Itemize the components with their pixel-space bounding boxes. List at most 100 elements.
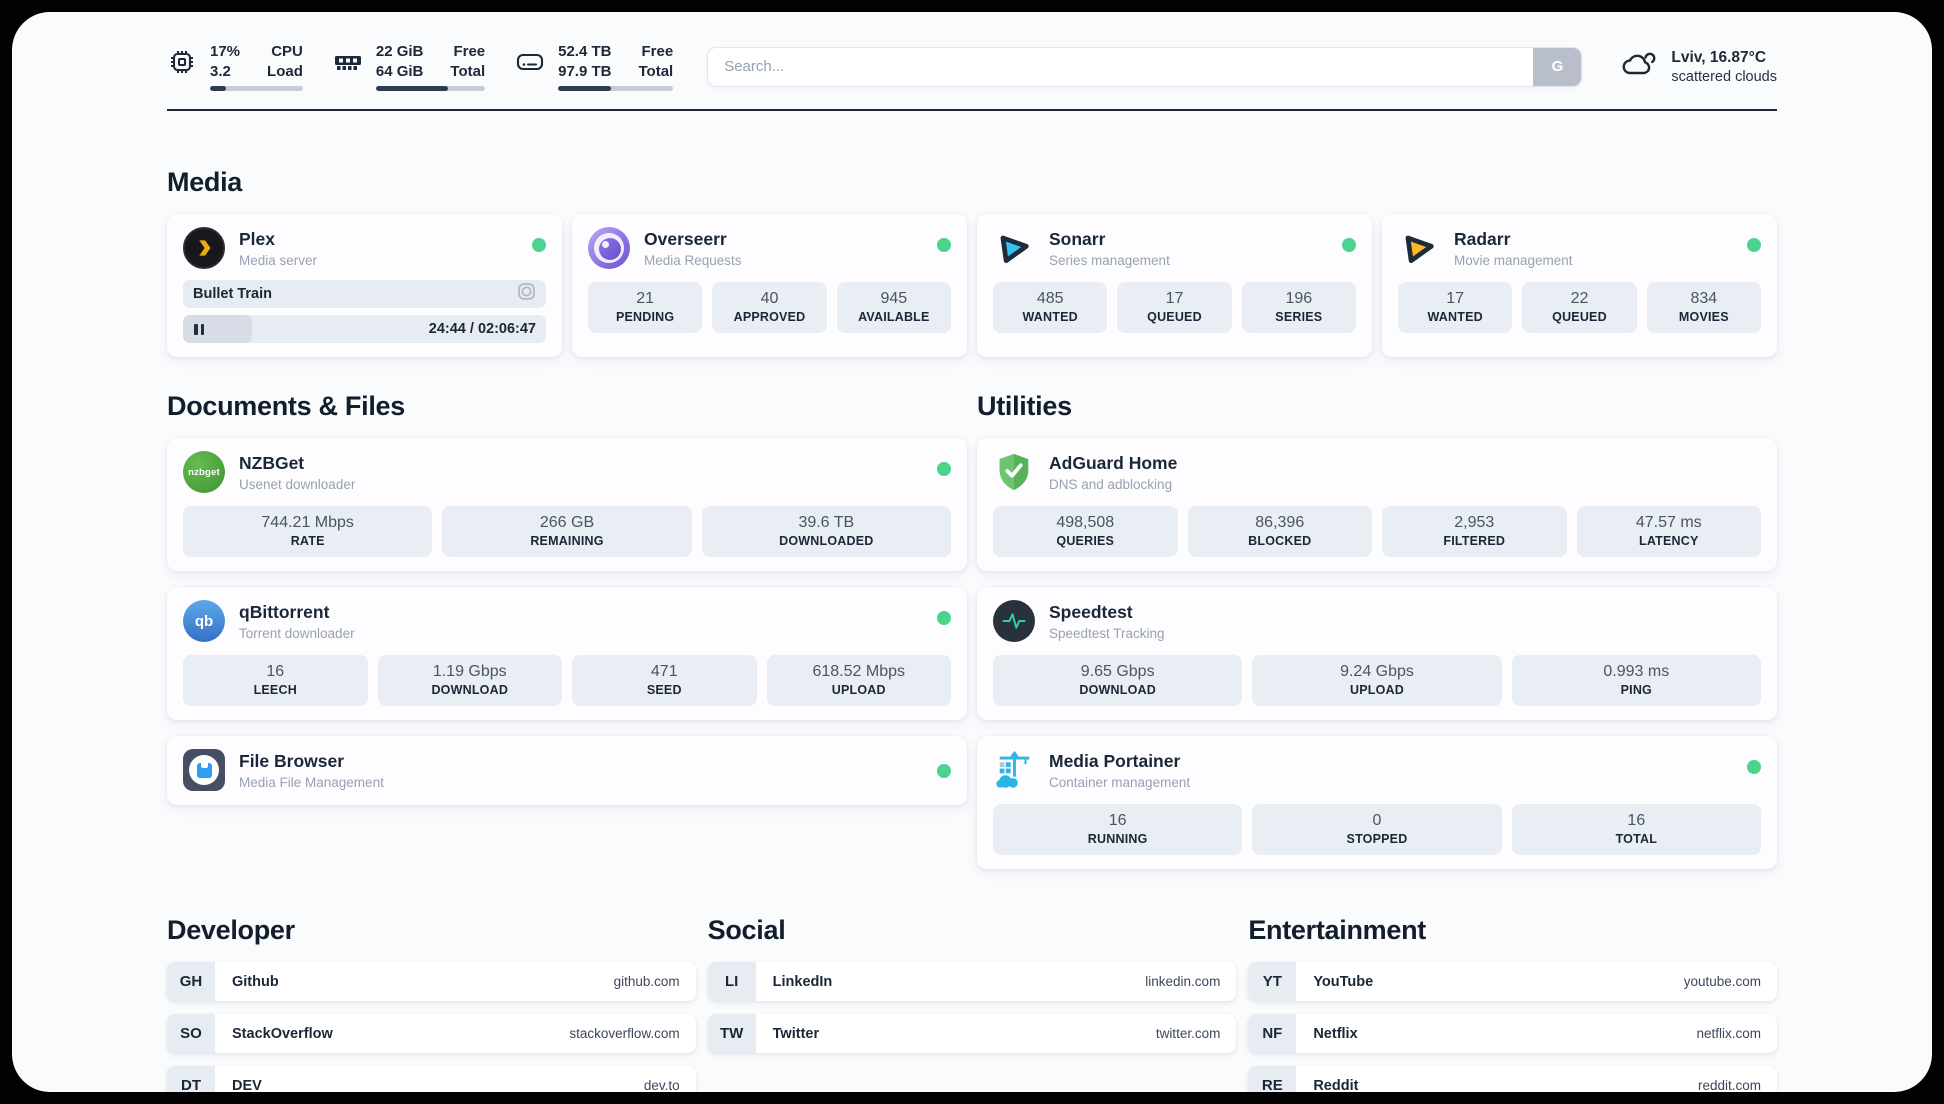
- stat-queries: 498,508 QUERIES: [993, 506, 1178, 557]
- section-title-social: Social: [707, 915, 786, 945]
- disk-values: 52.4 TB 97.9 TB: [558, 43, 612, 80]
- stat-remaining: 266 GB REMAINING: [442, 506, 692, 557]
- app-card-portainer[interactable]: Media Portainer Container management 16 …: [977, 736, 1777, 869]
- sonarr-icon: [993, 227, 1035, 269]
- app-subtitle: Usenet downloader: [239, 476, 356, 492]
- app-subtitle: Torrent downloader: [239, 625, 355, 641]
- ram-progress-bar: [375, 86, 486, 91]
- link-row-twitter[interactable]: TW Twitter twitter.com: [707, 1014, 1237, 1053]
- app-card-adguard[interactable]: AdGuard Home DNS and adblocking 498,508 …: [977, 438, 1777, 571]
- link-row-reddit[interactable]: RE Reddit reddit.com: [1248, 1066, 1777, 1092]
- nzbget-icon: nzbget: [183, 451, 225, 493]
- stat-ping: 0.993 ms PING: [1511, 655, 1761, 706]
- ram-labels: Free Total: [450, 43, 486, 80]
- stat-blocked: 86,396 BLOCKED: [1187, 506, 1372, 557]
- app-card-overseerr[interactable]: Overseerr Media Requests 21 PENDING 40 A…: [572, 214, 967, 357]
- documents-column: Documents & Files nzbget NZBGet Usenet d…: [167, 391, 967, 869]
- link-url: netflix.com: [1696, 1026, 1761, 1041]
- stat-filtered: 2,953 FILTERED: [1382, 506, 1567, 557]
- pause-icon: [194, 323, 204, 335]
- stat-download: 9.65 Gbps DOWNLOAD: [993, 655, 1243, 706]
- app-name: Sonarr: [1049, 228, 1106, 249]
- status-online-dot: [937, 611, 951, 625]
- stat-series: 196 SERIES: [1241, 282, 1356, 333]
- app-name: Overseerr: [644, 228, 727, 249]
- app-name: NZBGet: [239, 452, 305, 473]
- portainer-crane-icon: [993, 749, 1035, 791]
- qbittorrent-icon: qb: [183, 600, 225, 642]
- app-subtitle: Media File Management: [239, 774, 384, 790]
- now-playing-row: Bullet Train: [183, 280, 546, 308]
- section-title-utilities: Utilities: [977, 391, 1072, 421]
- stat-queued: 22 QUEUED: [1522, 282, 1637, 333]
- app-card-speedtest[interactable]: Speedtest Speedtest Tracking 9.65 Gbps D…: [977, 587, 1777, 720]
- stat-running: 16 RUNNING: [993, 804, 1243, 855]
- link-row-stackoverflow[interactable]: SO StackOverflow stackoverflow.com: [167, 1014, 696, 1053]
- top-bar: 17% 3.2 CPU Load 22 GiB 64 GiB Free Tota…: [167, 42, 1777, 91]
- overseerr-icon: [588, 227, 630, 269]
- stat-total: 16 TOTAL: [1511, 804, 1761, 855]
- link-url: reddit.com: [1697, 1078, 1761, 1092]
- section-title-documents: Documents & Files: [167, 391, 405, 421]
- stat-approved: 40 APPROVED: [712, 282, 827, 333]
- section-title-entertainment: Entertainment: [1248, 915, 1426, 945]
- link-url: linkedin.com: [1145, 974, 1221, 989]
- cpu-chip-icon: [167, 48, 197, 76]
- stat-upload: 618.52 Mbps UPLOAD: [766, 655, 951, 706]
- link-row-youtube[interactable]: YT YouTube youtube.com: [1248, 962, 1777, 1001]
- app-card-filebrowser[interactable]: File Browser Media File Management: [167, 736, 967, 805]
- utilities-column: Utilities AdGuard Home DNS and adblockin…: [977, 391, 1777, 869]
- app-card-sonarr[interactable]: Sonarr Series management 485 WANTED 17 Q…: [977, 214, 1372, 357]
- link-row-linkedin[interactable]: LI LinkedIn linkedin.com: [707, 962, 1237, 1001]
- link-name: Reddit: [1313, 1077, 1359, 1093]
- app-name: Media Portainer: [1049, 750, 1181, 771]
- app-card-nzbget[interactable]: nzbget NZBGet Usenet downloader 744.21 M…: [167, 438, 967, 571]
- link-badge: DT: [167, 1066, 215, 1092]
- search-engine-button[interactable]: G: [1533, 47, 1582, 86]
- section-title-media: Media: [167, 167, 243, 197]
- link-badge: SO: [167, 1014, 215, 1053]
- record-icon[interactable]: [517, 282, 536, 306]
- search-input[interactable]: [708, 47, 1534, 86]
- cpu-labels: CPU Load: [267, 43, 303, 80]
- link-badge: LI: [707, 962, 756, 1001]
- app-card-radarr[interactable]: Radarr Movie management 17 WANTED 22 QUE…: [1382, 214, 1777, 357]
- app-name: Speedtest: [1049, 601, 1133, 622]
- app-subtitle: Media server: [239, 252, 318, 268]
- radarr-icon: [1398, 227, 1440, 269]
- adguard-shield-icon: [993, 451, 1035, 493]
- app-name: File Browser: [239, 750, 345, 771]
- link-row-dev[interactable]: DT DEV dev.to: [167, 1066, 696, 1092]
- link-row-github[interactable]: GH Github github.com: [167, 962, 696, 1001]
- link-name: Github: [232, 973, 279, 990]
- app-card-plex[interactable]: Plex Media server Bullet Train 24:44 / 0…: [167, 214, 562, 357]
- link-name: DEV: [232, 1077, 262, 1093]
- developer-links-column: Developer GH Github github.com SO StackO…: [167, 915, 696, 1092]
- link-url: twitter.com: [1155, 1026, 1221, 1041]
- status-online-dot: [532, 238, 546, 252]
- now-playing-title: Bullet Train: [193, 286, 272, 302]
- playback-progress-bar: 24:44 / 02:06:47: [183, 315, 546, 343]
- dashboard-page: 17% 3.2 CPU Load 22 GiB 64 GiB Free Tota…: [12, 12, 1932, 1092]
- app-name: Plex: [239, 228, 275, 249]
- status-online-dot: [937, 462, 951, 476]
- weather-widget: Lviv, 16.87°C scattered clouds: [1620, 49, 1777, 85]
- status-online-dot: [937, 763, 951, 778]
- stat-movies: 834 MOVIES: [1646, 282, 1761, 333]
- link-badge: TW: [707, 1014, 756, 1053]
- app-card-qbittorrent[interactable]: qb qBittorrent Torrent downloader 16 LEE…: [167, 587, 967, 720]
- search-bar: G: [707, 46, 1583, 87]
- cpu-widget: 17% 3.2 CPU Load: [167, 42, 303, 91]
- link-row-netflix[interactable]: NF Netflix netflix.com: [1248, 1014, 1777, 1053]
- link-url: youtube.com: [1683, 974, 1761, 989]
- section-title-developer: Developer: [167, 915, 295, 945]
- stat-stopped: 0 STOPPED: [1252, 804, 1502, 855]
- app-subtitle: Container management: [1049, 774, 1191, 790]
- disk-labels: Free Total: [638, 43, 674, 80]
- link-url: github.com: [613, 974, 680, 989]
- app-name: Radarr: [1454, 228, 1511, 249]
- social-links-column: Social LI LinkedIn linkedin.com TW Twitt…: [707, 915, 1237, 1092]
- link-name: StackOverflow: [232, 1025, 333, 1042]
- cloud-icon: [1620, 49, 1658, 84]
- link-name: YouTube: [1313, 973, 1374, 990]
